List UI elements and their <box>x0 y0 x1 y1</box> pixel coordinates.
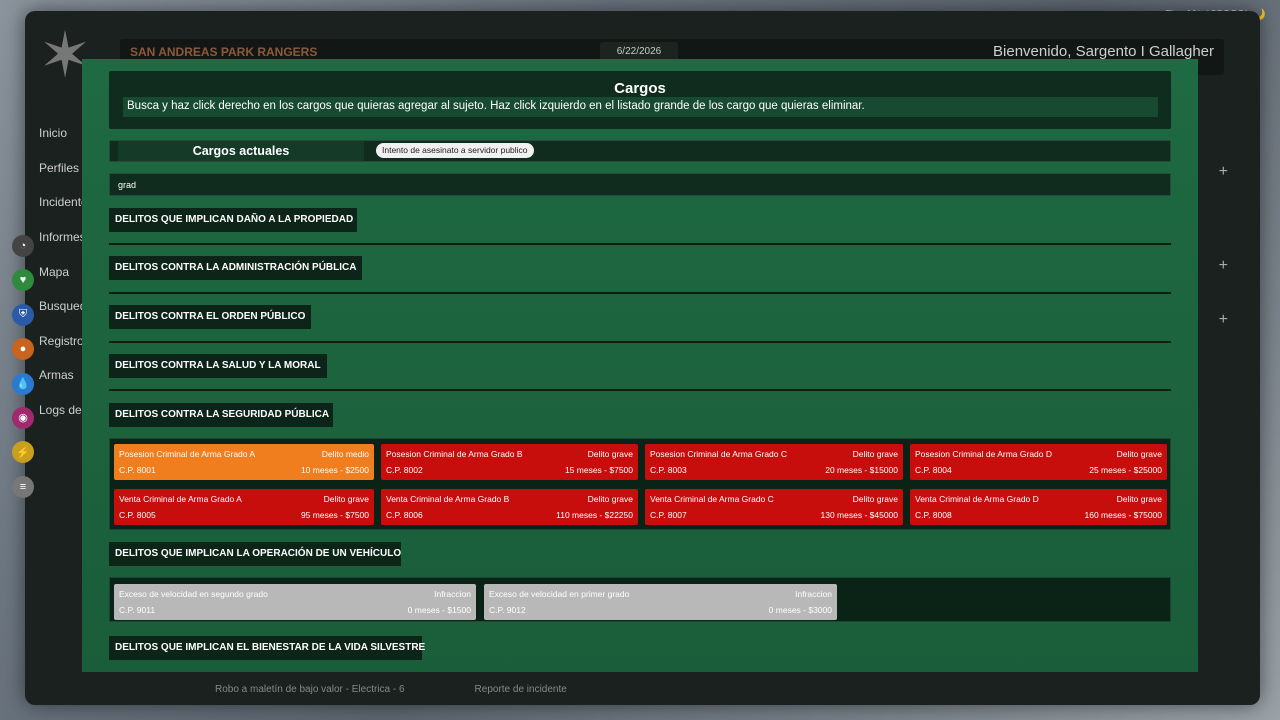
org-name: SAN ANDREAS PARK RANGERS <box>130 45 318 59</box>
armor-icon: ⛨ <box>12 303 34 326</box>
category-seguridad-publica[interactable]: DELITOS CONTRA LA SEGURIDAD PÚBLICA <box>109 403 333 427</box>
welcome-text: Bienvenido, Sargento I Gallagher <box>993 43 1214 60</box>
charge-card[interactable]: Venta Criminal de Arma Grado B Delito gra… <box>381 489 638 525</box>
current-charges-label: Cargos actuales <box>118 141 364 161</box>
plus-icon[interactable]: + <box>1219 163 1228 181</box>
category-salud-moral[interactable]: DELITOS CONTRA LA SALUD Y LA MORAL <box>109 354 327 378</box>
hunger-icon: ● <box>12 338 34 361</box>
status-icons: ◔ ♥ ⛨ ● 💧 ◉ ⚡ ≡ <box>12 235 34 510</box>
charge-card[interactable]: Exceso de velocidad en segundo grado Infr… <box>114 584 476 620</box>
vehicle-charges-grid: Exceso de velocidad en segundo grado Infr… <box>109 577 1171 622</box>
charge-card[interactable]: Posesion Criminal de Arma Grado A Delito … <box>114 444 374 480</box>
category-vida-silvestre[interactable]: DELITOS QUE IMPLICAN EL BIENESTAR DE LA … <box>109 636 425 660</box>
charge-search-input[interactable] <box>109 173 1171 196</box>
divider <box>109 341 1171 343</box>
divider <box>109 389 1171 391</box>
category-orden-publico[interactable]: DELITOS CONTRA EL ORDEN PÚBLICO <box>109 305 311 329</box>
stamina-icon: ⚡ <box>12 441 34 464</box>
stress-icon: ◉ <box>12 406 34 429</box>
category-vehiculo[interactable]: DELITOS QUE IMPLICAN LA OPERACIÓN DE UN … <box>109 542 401 566</box>
current-charge-chip[interactable]: Intento de asesinato a servidor publico <box>376 143 534 158</box>
background-report-row: Robo a maletín de bajo valor - Electrica… <box>215 684 567 695</box>
charges-modal: Cargos Busca y haz click derecho en los … <box>82 59 1198 672</box>
speedometer-icon: ◔ <box>12 235 34 257</box>
thirst-icon: 💧 <box>12 372 34 395</box>
charge-card[interactable]: Venta Criminal de Arma Grado C Delito gra… <box>645 489 903 525</box>
category-propiedad[interactable]: DELITOS QUE IMPLICAN DAÑO A LA PROPIEDAD <box>109 208 357 232</box>
modal-description: Busca y haz click derecho en los cargos … <box>123 97 1158 117</box>
divider <box>109 243 1171 245</box>
plus-icon[interactable]: + <box>1219 257 1228 275</box>
server-icon: ≡ <box>12 475 34 498</box>
weapon-charges-grid: Posesion Criminal de Arma Grado A Delito … <box>109 438 1171 530</box>
charge-card[interactable]: Venta Criminal de Arma Grado A Delito gra… <box>114 489 374 525</box>
plus-icon[interactable]: + <box>1219 311 1228 329</box>
health-icon: ♥ <box>12 269 34 292</box>
modal-title: Cargos <box>614 80 666 97</box>
modal-header: Cargos Busca y haz click derecho en los … <box>109 71 1171 129</box>
divider <box>109 292 1171 294</box>
charge-card[interactable]: Posesion Criminal de Arma Grado D Delito … <box>910 444 1167 480</box>
charge-card[interactable]: Exceso de velocidad en primer grado Infra… <box>484 584 837 620</box>
charge-card[interactable]: Posesion Criminal de Arma Grado C Delito … <box>645 444 903 480</box>
charge-card[interactable]: Venta Criminal de Arma Grado D Delito gra… <box>910 489 1167 525</box>
category-administracion-publica[interactable]: DELITOS CONTRA LA ADMINISTRACIÓN PÚBLICA <box>109 256 362 280</box>
charge-card[interactable]: Posesion Criminal de Arma Grado B Delito … <box>381 444 638 480</box>
current-charges-row: Cargos actuales Intento de asesinato a s… <box>109 140 1171 162</box>
